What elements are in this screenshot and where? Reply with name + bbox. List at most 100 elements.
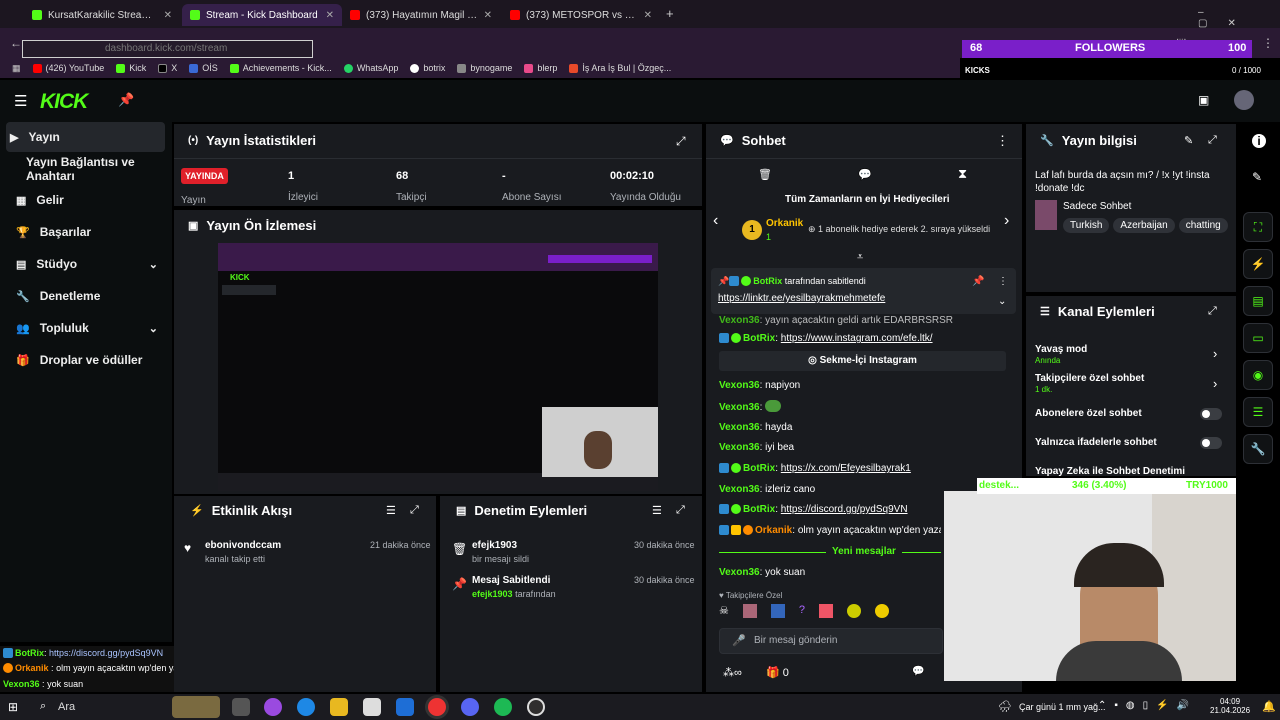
edit-icon[interactable]: ✎ bbox=[1184, 134, 1193, 147]
tag-chip[interactable]: Azerbaijan bbox=[1113, 218, 1175, 233]
filter-icon[interactable]: ☰ bbox=[652, 504, 662, 517]
menu-icon[interactable]: ☰ bbox=[14, 92, 27, 110]
chat-input[interactable]: 🎤 Bir mesaj gönderin bbox=[719, 628, 943, 654]
tray-icons[interactable]: ⌃▪◍▯⚡🔊 bbox=[1098, 700, 1197, 711]
bookmark-is-ara[interactable]: İş Ara İş Bul | Özgeç... bbox=[569, 63, 671, 73]
new-tab-button[interactable]: + bbox=[666, 6, 674, 21]
sidebar-item-stream-key[interactable]: Yayın Bağlantısı ve Anahtarı bbox=[22, 154, 182, 184]
bookmark-ois[interactable]: OİS bbox=[189, 63, 218, 73]
chrome-icon[interactable] bbox=[428, 698, 446, 716]
sidebar-item-topluluk[interactable]: 👥 Topluluk ⌄ bbox=[12, 313, 172, 343]
instagram-embed-button[interactable]: ◎ Sekme-İçi Instagram bbox=[719, 351, 1006, 371]
browser-menu-icon[interactable]: ⋮ bbox=[1262, 36, 1274, 50]
sa-emote-icon[interactable] bbox=[875, 604, 889, 618]
close-tab-icon[interactable]: ✕ bbox=[164, 10, 172, 21]
store-icon[interactable] bbox=[363, 698, 381, 716]
pin-icon[interactable]: 📌 bbox=[118, 92, 134, 108]
document-icon[interactable]: ▤ bbox=[1243, 286, 1273, 316]
hourglass-icon[interactable]: ⧗ bbox=[958, 166, 967, 182]
emote-picker-icon[interactable]: 💬 bbox=[912, 666, 924, 677]
subs-only-toggle[interactable] bbox=[1200, 408, 1222, 420]
edge-icon[interactable] bbox=[297, 698, 315, 716]
back-icon[interactable]: ← bbox=[10, 36, 22, 50]
theater-icon[interactable]: ▣ bbox=[1198, 93, 1209, 107]
gifter-name[interactable]: Orkanik bbox=[766, 218, 803, 229]
close-tab-icon[interactable]: ✕ bbox=[644, 10, 652, 21]
window-controls[interactable]: –▢✕ bbox=[1198, 7, 1280, 29]
filter-icon[interactable]: ☰ bbox=[386, 504, 396, 517]
skull-emote-icon[interactable]: ☠ bbox=[719, 604, 729, 622]
sidebar-item-studyo[interactable]: ▤ Stüdyo ⌄ bbox=[12, 249, 172, 279]
browser-tab[interactable]: (373) Hayatımın Magil VIP'te Ba✕ bbox=[342, 4, 500, 26]
browser-tab-active[interactable]: Stream - Kick Dashboard ✕ bbox=[182, 4, 342, 26]
bookmark-whatsapp[interactable]: WhatsApp bbox=[343, 63, 398, 73]
browser-tab[interactable]: (373) METOSPOR vs KADİM FU✕ bbox=[502, 4, 660, 26]
bookmark-kick[interactable]: Kick bbox=[116, 63, 146, 73]
popout-icon[interactable]: ⤢ bbox=[1208, 305, 1217, 318]
sidebar-item-gelir[interactable]: ▦ Gelir bbox=[12, 185, 172, 215]
pinned-menu-icon[interactable]: ⋮ bbox=[998, 276, 1008, 287]
sidebar-item-denetleme[interactable]: 🔧 Denetleme bbox=[12, 281, 172, 311]
chevron-left-icon[interactable]: ‹ bbox=[713, 212, 718, 230]
browser-tab[interactable]: KursatKarakilic Stream - Watch✕ bbox=[24, 4, 180, 26]
trash-icon[interactable]: 🗑 bbox=[758, 168, 772, 181]
bolt-icon[interactable]: ⚡ bbox=[1243, 249, 1273, 279]
mail-icon[interactable] bbox=[396, 698, 414, 716]
close-tab-icon[interactable]: ✕ bbox=[484, 10, 492, 21]
emote-only-toggle[interactable] bbox=[1200, 437, 1222, 449]
ai-moderation-label[interactable]: Yapay Zeka ile Sohbet Denetimi bbox=[1035, 466, 1195, 477]
chat-bubble-icon[interactable]: ▭ bbox=[1243, 323, 1273, 353]
bookmark-x[interactable]: X bbox=[158, 63, 177, 73]
sidebar-item-droplar[interactable]: 🎁 Droplar ve ödüller bbox=[12, 345, 172, 375]
obs-icon[interactable] bbox=[527, 698, 545, 716]
activity-user[interactable]: ebonivondccam bbox=[205, 540, 281, 551]
chevron-down-icon[interactable]: ⌄ bbox=[998, 296, 1006, 307]
search-icon[interactable]: ⌕ bbox=[40, 700, 46, 713]
chat-bubble-icon[interactable]: 💬 bbox=[858, 168, 872, 181]
pinned-link[interactable]: https://linktr.ee/yesilbayrakmehmetefe bbox=[718, 293, 885, 304]
chevron-right-icon[interactable]: › bbox=[1213, 346, 1217, 361]
pink-emote-icon[interactable] bbox=[819, 604, 833, 618]
moderation-user[interactable]: efejk1903 bbox=[472, 540, 517, 551]
bookmark-botrix[interactable]: botrix bbox=[410, 63, 445, 73]
popout-icon[interactable]: ⤢ bbox=[1208, 134, 1217, 147]
avatar[interactable] bbox=[1234, 90, 1254, 110]
sidebar-item-yayin[interactable]: ▶ Yayın bbox=[6, 122, 165, 152]
list-icon[interactable]: ☰ bbox=[1243, 397, 1273, 427]
spotify-icon[interactable] bbox=[494, 698, 512, 716]
collapse-icon[interactable]: ⩡ bbox=[857, 251, 863, 264]
notification-icon[interactable]: 🔔 bbox=[1262, 700, 1276, 713]
gift-balance[interactable]: 🎁 0 bbox=[766, 666, 789, 679]
chat-menu-icon[interactable]: ⋮ bbox=[996, 133, 1009, 149]
taskbar-search[interactable]: Ara bbox=[58, 701, 75, 713]
close-tab-icon[interactable]: ✕ bbox=[326, 10, 334, 21]
face-emote-icon[interactable] bbox=[742, 604, 757, 618]
chevron-right-icon[interactable]: › bbox=[1213, 376, 1217, 391]
popout-icon[interactable]: ⤢ bbox=[676, 134, 686, 149]
url-input[interactable]: dashboard.kick.com/stream bbox=[22, 40, 313, 58]
fullscreen-icon[interactable]: ⛶ bbox=[1243, 212, 1273, 242]
bookmark-bynogame[interactable]: bynogame bbox=[457, 63, 512, 73]
copilot-icon[interactable] bbox=[264, 698, 282, 716]
edit-icon[interactable]: ✎ bbox=[1252, 170, 1262, 184]
cat-emote-icon[interactable] bbox=[770, 604, 785, 618]
question-emote-icon[interactable]: ? bbox=[799, 604, 805, 622]
wrench-icon[interactable]: 🔧 bbox=[1243, 434, 1273, 464]
weather-text[interactable]: Çar günü 1 mm yağ... bbox=[1019, 702, 1106, 712]
category-name[interactable]: Sadece Sohbet bbox=[1063, 201, 1131, 212]
bookmark-achievements[interactable]: Achievements - Kick... bbox=[229, 63, 332, 73]
broadcast-icon[interactable]: ◉ bbox=[1243, 360, 1273, 390]
taskbar-clock[interactable]: 04:09 21.04.2026 bbox=[1210, 697, 1250, 715]
stream-preview-video[interactable]: KICK bbox=[218, 243, 658, 491]
windows-start-icon[interactable]: ⊞ bbox=[8, 700, 18, 714]
file-explorer-icon[interactable] bbox=[330, 698, 348, 716]
ns-emote-icon[interactable] bbox=[847, 604, 861, 618]
discord-icon[interactable] bbox=[461, 698, 479, 716]
bookmark-blerp[interactable]: blerp bbox=[524, 63, 557, 73]
sidebar-item-basarilar[interactable]: 🏆 Başarılar bbox=[12, 217, 172, 247]
tag-chip[interactable]: Turkish bbox=[1063, 218, 1110, 233]
info-icon[interactable]: i bbox=[1252, 134, 1266, 148]
microphone-icon[interactable]: 🎤 bbox=[732, 634, 746, 647]
popout-icon[interactable]: ⤢ bbox=[676, 504, 685, 517]
kick-logo[interactable]: KICK bbox=[40, 90, 88, 114]
